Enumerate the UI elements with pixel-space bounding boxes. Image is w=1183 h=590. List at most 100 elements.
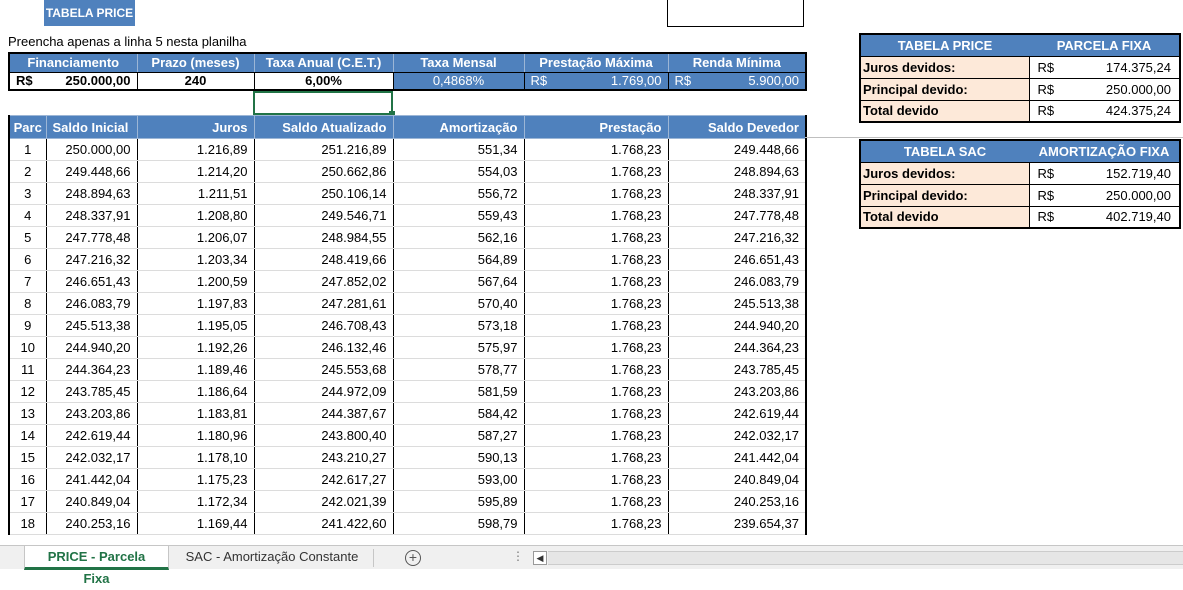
cell-parc[interactable]: 5 [9,226,47,249]
cell-saldo-atualizado[interactable]: 244.387,67 [254,402,394,425]
cell-amortizacao[interactable]: 551,34 [393,138,525,161]
cell-saldo-inicial[interactable]: 241.442,04 [46,468,138,491]
cell-parc[interactable]: 8 [9,292,47,315]
cell-parc[interactable]: 12 [9,380,47,403]
header-saldo-devedor[interactable]: Saldo Devedor [667,115,807,139]
cell-saldo-inicial[interactable]: 247.778,48 [46,226,138,249]
sac-juros-cell[interactable]: R$ 152.719,40 [1029,161,1180,184]
price-summary-subtitle[interactable]: PARCELA FIXA [1029,34,1180,56]
taxa-mensal-cell[interactable]: 0,4868% [393,72,525,90]
cell-juros[interactable]: 1.216,89 [137,138,255,161]
cell-saldo-atualizado[interactable]: 247.281,61 [254,292,394,315]
cell-amortizacao[interactable]: 567,64 [393,270,525,293]
cell-prestacao[interactable]: 1.768,23 [524,226,669,249]
price-juros-label[interactable]: Juros devidos: [860,55,1030,78]
cell-amortizacao[interactable]: 587,27 [393,424,525,447]
cell-saldo-inicial[interactable]: 244.364,23 [46,358,138,381]
scroll-left-icon[interactable]: ◀ [533,551,547,565]
sac-juros-label[interactable]: Juros devidos: [860,161,1030,184]
cell-amortizacao[interactable]: 578,77 [393,358,525,381]
cell-saldo-atualizado[interactable]: 246.708,43 [254,314,394,337]
sac-total-label[interactable]: Total devido [860,205,1030,228]
cell-parc[interactable]: 1 [9,138,47,161]
financiamento-cell[interactable]: R$ 250.000,00 [9,72,138,90]
sac-principal-cell[interactable]: R$ 250.000,00 [1029,183,1180,206]
cell-juros[interactable]: 1.189,46 [137,358,255,381]
add-sheet-icon[interactable]: + [405,550,421,566]
cell-juros[interactable]: 1.183,81 [137,402,255,425]
cell-prestacao[interactable]: 1.768,23 [524,490,669,513]
cell-parc[interactable]: 2 [9,160,47,183]
cell-saldo-atualizado[interactable]: 251.216,89 [254,138,394,161]
cell-amortizacao[interactable]: 581,59 [393,380,525,403]
price-total-cell[interactable]: R$ 424.375,24 [1029,99,1180,122]
cell-saldo-devedor[interactable]: 248.894,63 [668,160,807,183]
cell-parc[interactable]: 4 [9,204,47,227]
cell-parc[interactable]: 9 [9,314,47,337]
cell-juros[interactable]: 1.208,80 [137,204,255,227]
price-principal-cell[interactable]: R$ 250.000,00 [1029,77,1180,100]
cell-saldo-devedor[interactable]: 247.778,48 [668,204,807,227]
cell-prestacao[interactable]: 1.768,23 [524,314,669,337]
cell-prestacao[interactable]: 1.768,23 [524,182,669,205]
cell-parc[interactable]: 6 [9,248,47,271]
taxa-anual-cell[interactable]: 6,00% [254,72,394,90]
price-principal-label[interactable]: Principal devido: [860,77,1030,100]
cell-prestacao[interactable]: 1.768,23 [524,336,669,359]
cell-saldo-inicial[interactable]: 247.216,32 [46,248,138,271]
header-financiamento[interactable]: Financiamento [8,52,138,73]
cell-saldo-atualizado[interactable]: 247.852,02 [254,270,394,293]
cell-prestacao[interactable]: 1.768,23 [524,160,669,183]
header-renda-minima[interactable]: Renda Mínima [667,52,807,73]
cell-saldo-atualizado[interactable]: 250.662,86 [254,160,394,183]
cell-saldo-inicial[interactable]: 248.894,63 [46,182,138,205]
cell-prestacao[interactable]: 1.768,23 [524,424,669,447]
cell-saldo-devedor[interactable]: 246.651,43 [668,248,807,271]
cell-amortizacao[interactable]: 575,97 [393,336,525,359]
cell-saldo-atualizado[interactable]: 250.106,14 [254,182,394,205]
renda-minima-cell[interactable]: R$ 5.900,00 [668,72,806,90]
cell-saldo-devedor[interactable]: 242.032,17 [668,424,807,447]
cell-parc[interactable]: 11 [9,358,47,381]
cell-saldo-inicial[interactable]: 242.619,44 [46,424,138,447]
cell-parc[interactable]: 14 [9,424,47,447]
cell-saldo-devedor[interactable]: 240.849,04 [668,468,807,491]
price-summary-title[interactable]: TABELA PRICE [860,34,1030,56]
cell-saldo-inicial[interactable]: 240.849,04 [46,490,138,513]
cell-prestacao[interactable]: 1.768,23 [524,468,669,491]
tab-sac-amortizacao-constante[interactable]: SAC - Amortização Constante [171,546,373,570]
cell-amortizacao[interactable]: 562,16 [393,226,525,249]
cell-amortizacao[interactable]: 595,89 [393,490,525,513]
cell-saldo-devedor[interactable]: 248.337,91 [668,182,807,205]
cell-saldo-atualizado[interactable]: 244.972,09 [254,380,394,403]
sac-summary-title[interactable]: TABELA SAC [860,140,1030,162]
cell-saldo-atualizado[interactable]: 241.422,60 [254,512,394,535]
cell-saldo-atualizado[interactable]: 242.021,39 [254,490,394,513]
cell-amortizacao[interactable]: 584,42 [393,402,525,425]
cell-saldo-inicial[interactable]: 246.651,43 [46,270,138,293]
tab-price-parcela-fixa[interactable]: PRICE - Parcela Fixa [24,546,169,586]
cell-saldo-atualizado[interactable]: 243.800,40 [254,424,394,447]
cell-juros[interactable]: 1.214,20 [137,160,255,183]
cell-prestacao[interactable]: 1.768,23 [524,380,669,403]
cell-saldo-devedor[interactable]: 247.216,32 [668,226,807,249]
cell-amortizacao[interactable]: 554,03 [393,160,525,183]
cell-juros[interactable]: 1.169,44 [137,512,255,535]
cell-saldo-devedor[interactable]: 245.513,38 [668,292,807,315]
cell-parc[interactable]: 13 [9,402,47,425]
header-prazo[interactable]: Prazo (meses) [136,52,255,73]
header-saldo-atualizado[interactable]: Saldo Atualizado [253,115,394,139]
cell-saldo-devedor[interactable]: 241.442,04 [668,446,807,469]
header-taxa-mensal[interactable]: Taxa Mensal [392,52,525,73]
cell-saldo-atualizado[interactable]: 246.132,46 [254,336,394,359]
cell-amortizacao[interactable]: 564,89 [393,248,525,271]
cell-prestacao[interactable]: 1.768,23 [524,358,669,381]
cell-juros[interactable]: 1.203,34 [137,248,255,271]
cell-juros[interactable]: 1.200,59 [137,270,255,293]
sac-principal-label[interactable]: Principal devido: [860,183,1030,206]
cell-amortizacao[interactable]: 573,18 [393,314,525,337]
cell-amortizacao[interactable]: 570,40 [393,292,525,315]
cell-saldo-atualizado[interactable]: 248.984,55 [254,226,394,249]
cell-saldo-inicial[interactable]: 250.000,00 [46,138,138,161]
cell-saldo-atualizado[interactable]: 243.210,27 [254,446,394,469]
